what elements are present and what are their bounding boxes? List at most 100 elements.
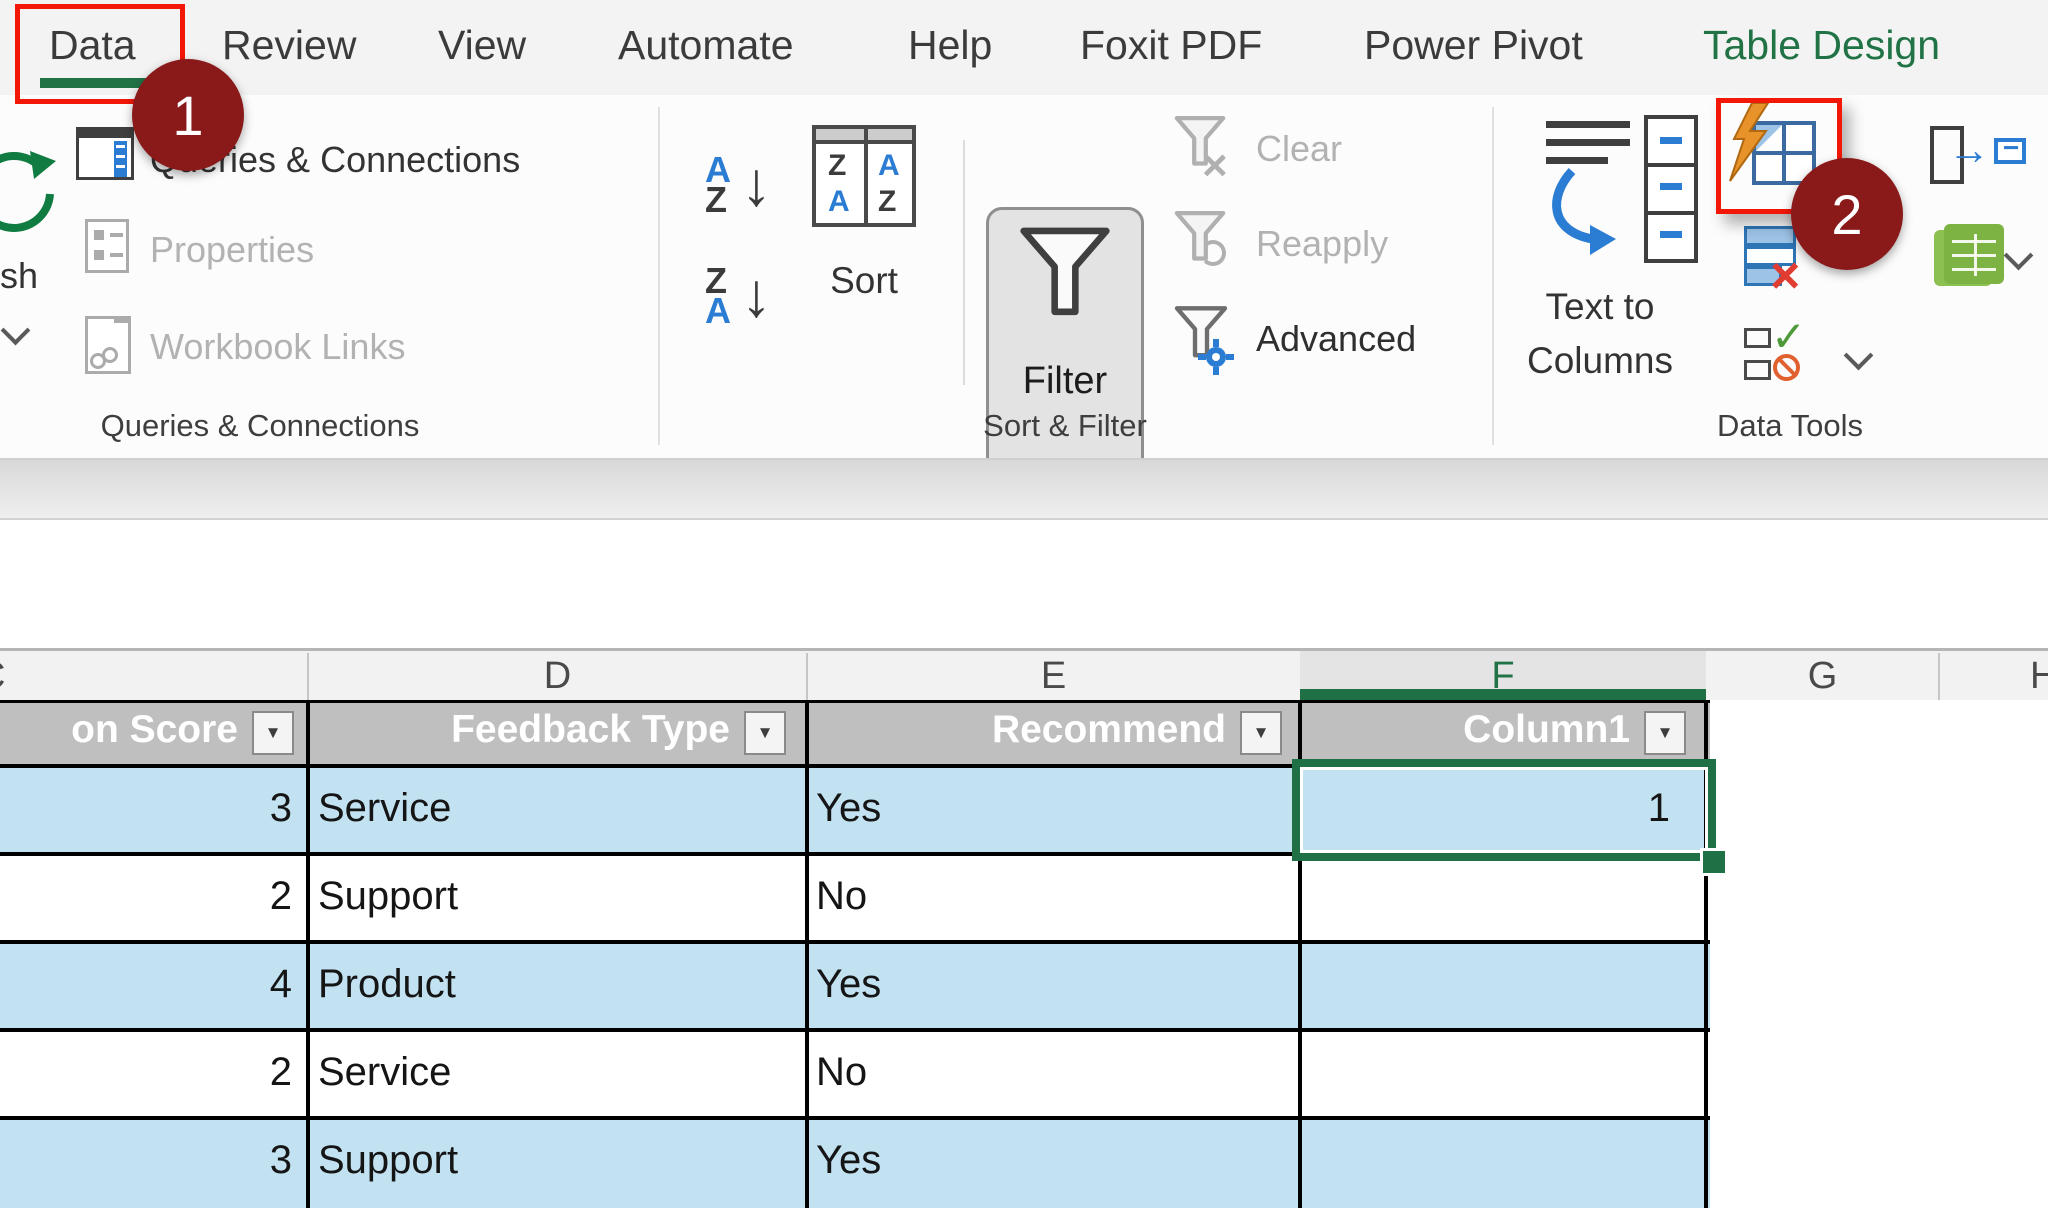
queries-connections-icon[interactable] bbox=[76, 127, 134, 180]
dropdown-arrow-icon: ▼ bbox=[757, 723, 774, 743]
clear-x-glyph: × bbox=[1202, 141, 1228, 191]
grid-line bbox=[0, 1116, 1710, 1120]
formula-bar-collapsed bbox=[0, 460, 2048, 520]
header-recommend: Recommend bbox=[812, 708, 1236, 752]
annotation-badge-2: 2 bbox=[1791, 158, 1903, 270]
letter-divider bbox=[806, 653, 808, 700]
filter-dropdown-column1[interactable]: ▼ bbox=[1644, 711, 1686, 755]
consolidate-icon[interactable]: → − bbox=[1930, 124, 2030, 186]
grid-line bbox=[306, 700, 310, 1208]
cell-d6[interactable]: Support bbox=[318, 1138, 458, 1183]
active-tab-underline bbox=[40, 78, 146, 88]
sort-button[interactable]: Z A A Z Sort bbox=[812, 125, 916, 340]
text-to-columns-label-1[interactable]: Text to bbox=[1520, 286, 1680, 328]
grid-line bbox=[0, 1028, 1710, 1032]
text-to-columns-label-2[interactable]: Columns bbox=[1520, 340, 1680, 382]
cell-e2[interactable]: Yes bbox=[816, 786, 881, 831]
data-model-chevron-icon[interactable] bbox=[2004, 241, 2034, 271]
column-header-c[interactable]: C bbox=[0, 655, 5, 698]
data-validation-icon[interactable]: ✓ bbox=[1744, 322, 1854, 392]
properties-button: Properties bbox=[150, 229, 314, 271]
cell-d4[interactable]: Product bbox=[318, 962, 456, 1007]
grid-line bbox=[805, 700, 809, 1208]
refresh-all-icon[interactable] bbox=[0, 145, 58, 243]
group-label-sort-filter: Sort & Filter bbox=[950, 408, 1180, 444]
group-label-data-tools: Data Tools bbox=[1660, 408, 1920, 444]
reapply-filter-icon bbox=[1172, 210, 1236, 276]
sort-icon: Z A A Z bbox=[812, 125, 916, 227]
tab-power-pivot[interactable]: Power Pivot bbox=[1364, 22, 1583, 69]
reapply-button: Reapply bbox=[1256, 223, 1388, 265]
advanced-filter-icon[interactable] bbox=[1172, 305, 1242, 375]
tab-view[interactable]: View bbox=[438, 22, 526, 69]
selection-border bbox=[1292, 759, 1716, 861]
sort-asc-arrow: ↓ bbox=[741, 154, 772, 216]
dropdown-arrow-icon: ▼ bbox=[1657, 723, 1674, 743]
group-label-queries-connections: Queries & Connections bbox=[40, 408, 480, 444]
header-feedback-type: Feedback Type bbox=[316, 708, 740, 752]
tab-help[interactable]: Help bbox=[908, 22, 992, 69]
remove-duplicates-x: × bbox=[1770, 250, 1800, 302]
fill-handle[interactable] bbox=[1700, 848, 1728, 876]
tab-automate[interactable]: Automate bbox=[618, 22, 794, 69]
cell-e6[interactable]: Yes bbox=[816, 1138, 881, 1183]
tab-foxit-pdf[interactable]: Foxit PDF bbox=[1080, 22, 1262, 69]
cell-c5[interactable]: 2 bbox=[0, 1050, 300, 1095]
cell-c6[interactable]: 3 bbox=[0, 1138, 300, 1183]
column-header-h[interactable]: H bbox=[2030, 655, 2048, 698]
dropdown-arrow-icon: ▼ bbox=[1253, 723, 1270, 743]
data-model-icon[interactable] bbox=[1934, 224, 2006, 290]
workbook-links-icon bbox=[85, 316, 131, 374]
header-satisfaction-score: on Score bbox=[0, 708, 248, 752]
letter-divider bbox=[1938, 653, 1940, 700]
tab-review[interactable]: Review bbox=[222, 22, 356, 69]
filter-dropdown-score[interactable]: ▼ bbox=[252, 711, 294, 755]
annotation-badge-1: 1 bbox=[132, 59, 244, 171]
cell-d5[interactable]: Service bbox=[318, 1050, 451, 1095]
sort-desc-arrow: ↓ bbox=[741, 265, 772, 327]
validation-no-symbol bbox=[1773, 354, 1800, 381]
ribbon-tab-bar: Data Review View Automate Help Foxit PDF… bbox=[0, 0, 2048, 97]
sort-button-label: Sort bbox=[812, 260, 916, 302]
cell-e5[interactable]: No bbox=[816, 1050, 867, 1095]
refresh-all-label-fragment[interactable]: sh bbox=[0, 255, 38, 297]
properties-icon bbox=[85, 219, 129, 273]
grid-line bbox=[0, 700, 1710, 703]
refresh-all-chevron-icon[interactable] bbox=[1, 316, 31, 346]
clear-filter-icon: × bbox=[1172, 115, 1236, 181]
filter-button-label: Filter bbox=[989, 360, 1141, 403]
mini-divider bbox=[963, 140, 965, 385]
cell-d3[interactable]: Support bbox=[318, 874, 458, 919]
consolidate-minus: − bbox=[2003, 132, 2019, 164]
cell-c2[interactable]: 3 bbox=[0, 786, 300, 831]
advanced-button[interactable]: Advanced bbox=[1256, 318, 1416, 360]
text-to-columns-icon[interactable] bbox=[1542, 115, 1702, 265]
header-column1: Column1 bbox=[1308, 708, 1640, 752]
advanced-gear-icon bbox=[1198, 339, 1234, 375]
sort-asc-z: Z bbox=[705, 182, 727, 218]
filter-funnel-icon bbox=[1018, 225, 1112, 329]
cell-c3[interactable]: 2 bbox=[0, 874, 300, 919]
cell-c4[interactable]: 4 bbox=[0, 962, 300, 1007]
cell-e3[interactable]: No bbox=[816, 874, 867, 919]
grid-line bbox=[0, 940, 1710, 944]
sort-ascending-icon[interactable]: A Z ↓ bbox=[705, 152, 767, 214]
tab-table-design[interactable]: Table Design bbox=[1703, 22, 1940, 69]
cell-e4[interactable]: Yes bbox=[816, 962, 881, 1007]
clear-button: Clear bbox=[1256, 128, 1342, 170]
selected-column-underline bbox=[1300, 689, 1706, 700]
group-divider bbox=[658, 107, 660, 445]
workbook-links-button: Workbook Links bbox=[150, 326, 405, 368]
column-header-g[interactable]: G bbox=[1706, 655, 1939, 698]
filter-dropdown-feedback[interactable]: ▼ bbox=[744, 711, 786, 755]
sort-descending-icon[interactable]: Z A ↓ bbox=[705, 263, 767, 325]
sort-desc-a: A bbox=[705, 293, 731, 329]
cell-d2[interactable]: Service bbox=[318, 786, 451, 831]
ribbon: sh Queries & Connections Properties Work… bbox=[0, 95, 2048, 458]
dropdown-arrow-icon: ▼ bbox=[265, 723, 282, 743]
group-divider bbox=[1492, 107, 1494, 445]
column-header-e[interactable]: E bbox=[807, 655, 1300, 698]
filter-dropdown-recommend[interactable]: ▼ bbox=[1240, 711, 1282, 755]
letter-divider bbox=[307, 653, 309, 700]
column-header-d[interactable]: D bbox=[308, 655, 807, 698]
